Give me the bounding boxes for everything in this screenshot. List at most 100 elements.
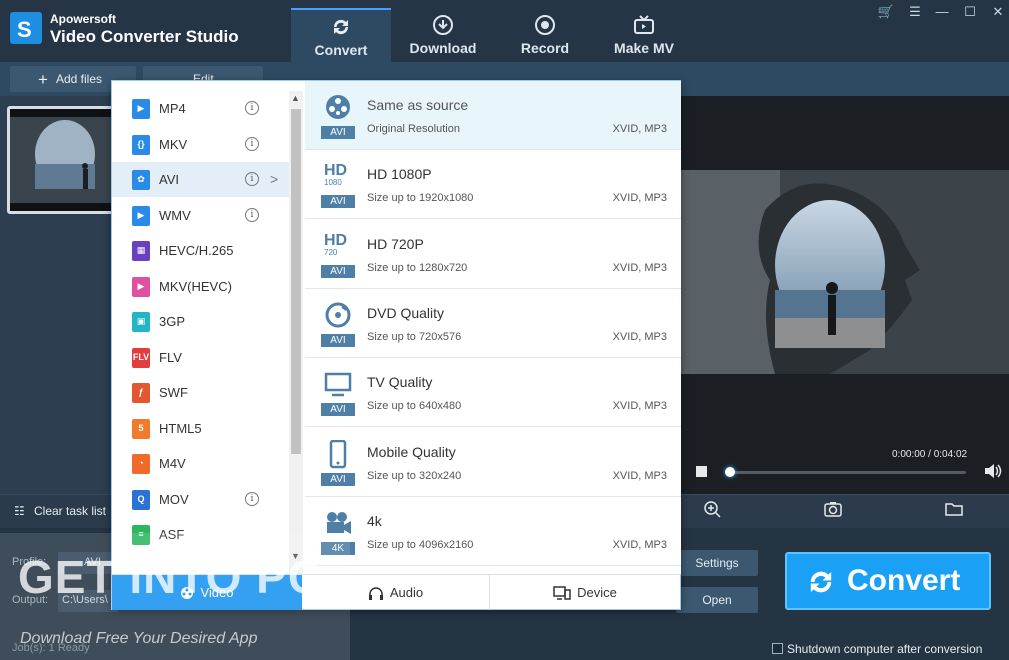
preset-tv-quality[interactable]: AVI TV Quality Size up to 640x480 XVID, MP3 [305, 358, 681, 428]
format-file-icon: ƒ [132, 383, 150, 403]
preset-mobile-quality[interactable]: AVI Mobile Quality Size up to 320x240 XVID,… [305, 428, 681, 497]
maximize-button[interactable]: ☐ [960, 4, 980, 22]
preset-icon: HD 720 AVI [321, 232, 355, 278]
tab-label: Record [520, 40, 570, 56]
preview-video-frame [680, 170, 1009, 374]
format-item-flv[interactable]: FLV FLV [112, 340, 290, 375]
preset-resolution: Size up to 1920x1080 [367, 192, 474, 205]
format-item-hevc-h-265[interactable]: ▦ HEVC/H.265 [112, 233, 290, 268]
headphones-icon [368, 587, 383, 600]
tab-label: Download [409, 40, 477, 56]
menu-icon[interactable]: ☰ [905, 4, 925, 22]
tab-make-mv[interactable]: Make MV [594, 8, 694, 62]
format-item-mp4[interactable]: ▶ MP4 i [112, 91, 290, 126]
preset-dvd-quality[interactable]: AVI DVD Quality Size up to 720x576 XVID, MP… [305, 289, 681, 358]
stop-button[interactable] [696, 466, 707, 477]
settings-button[interactable]: Settings [676, 550, 758, 576]
seek-handle[interactable] [725, 467, 735, 477]
format-file-icon: ✿ [132, 170, 150, 190]
zoom-in-icon[interactable] [703, 500, 721, 518]
open-button[interactable]: Open [676, 587, 758, 613]
preset-icon: AVI [321, 370, 355, 417]
format-item-3gp[interactable]: ▣ 3GP [112, 304, 290, 339]
seek-bar[interactable] [728, 471, 966, 474]
shutdown-checkbox[interactable] [772, 643, 783, 654]
clear-task-label: Clear task list [34, 504, 107, 518]
volume-icon[interactable] [984, 463, 1002, 479]
open-folder-icon[interactable] [945, 500, 963, 518]
preset-codec: XVID, MP3 [612, 192, 667, 205]
screenshot-camera-icon[interactable] [824, 500, 842, 518]
preset-codec: XVID, MP3 [612, 261, 667, 274]
add-files-label: Add files [56, 72, 103, 86]
clear-task-list-button[interactable]: ☷ Clear task list [14, 504, 106, 518]
device-icon [553, 586, 571, 600]
brand-name: Apowersoft [50, 12, 116, 26]
shutdown-option[interactable]: Shutdown computer after conversion [772, 642, 982, 656]
thumbnail-image [10, 109, 114, 211]
format-file-icon: ▶ [132, 99, 150, 119]
preset-4k[interactable]: 4K 4k Size up to 4096x2160 XVID, MP3 [305, 497, 681, 566]
preset-name: HD 1080P [367, 166, 432, 183]
preset-resolution: Size up to 720x576 [367, 330, 462, 343]
tv-icon [634, 15, 654, 34]
cart-icon[interactable]: 🛒 [876, 4, 896, 22]
format-name: M4V [159, 456, 186, 471]
preset-icon: HD 1080 AVI [321, 162, 355, 209]
preset-hd-1080p[interactable]: HD 1080 AVI HD 1080P Size up to 1920x1080 XVI… [305, 150, 681, 220]
preset-resolution: Size up to 320x240 [367, 469, 462, 482]
info-icon[interactable]: i [245, 491, 259, 506]
preset-codec: XVID, MP3 [612, 330, 667, 343]
format-item-mov[interactable]: Q MOV i [112, 482, 290, 517]
format-name: 3GP [159, 314, 186, 329]
video-thumbnail[interactable] [7, 106, 117, 214]
format-item-avi[interactable]: ✿ AVI i > [112, 162, 290, 197]
format-item-m4v[interactable]: ◔ M4V [112, 446, 290, 481]
clear-list-icon: ☷ [14, 504, 25, 518]
tab-device[interactable]: Device [490, 575, 680, 610]
format-item-html5[interactable]: 5 HTML5 [112, 411, 290, 446]
format-file-icon: Q [132, 489, 150, 510]
format-file-icon: ▶ [132, 205, 150, 226]
format-file-icon: FLV [132, 347, 150, 368]
tab-download[interactable]: Download [393, 8, 493, 62]
format-item-mkv[interactable]: {} MKV i [112, 127, 290, 162]
tab-convert[interactable]: Convert [291, 8, 391, 62]
app-logo-icon: S [10, 12, 42, 44]
format-file-icon: ◔ [132, 454, 150, 474]
info-icon[interactable]: i [245, 136, 259, 151]
info-icon[interactable]: i [245, 207, 259, 222]
info-icon[interactable]: i [245, 101, 259, 115]
preset-name: HD 720P [367, 235, 424, 252]
minimize-button[interactable]: — [932, 4, 952, 22]
format-name: SWF [159, 385, 188, 400]
scrollbar-thumb[interactable] [291, 109, 301, 454]
format-badge: AVI [321, 264, 355, 278]
format-file-icon: {} [132, 134, 150, 155]
preset-hd-720p[interactable]: HD 720 AVI HD 720P Size up to 1280x720 XVID, … [305, 220, 681, 289]
preset-codec: XVID, MP3 [612, 538, 667, 551]
preset-codec: XVID, MP3 [612, 123, 667, 135]
tab-record[interactable]: Record [495, 8, 595, 62]
format-item-wmv[interactable]: ▶ WMV i [112, 198, 290, 233]
preset-same-as-source[interactable]: AVI Same as source Original Resolution XVID… [305, 81, 681, 150]
convert-button[interactable]: Convert [785, 552, 991, 610]
format-badge: AVI [321, 472, 355, 486]
shutdown-label: Shutdown computer after conversion [787, 642, 983, 656]
info-icon[interactable]: i [245, 172, 259, 186]
format-item-swf[interactable]: ƒ SWF [112, 375, 290, 410]
convert-icon [810, 571, 832, 593]
preset-codec: XVID, MP3 [612, 469, 667, 482]
format-list-scrollbar[interactable]: ▲ ▼ [289, 91, 303, 574]
preset-icon: AVI [321, 93, 355, 139]
close-button[interactable]: ✕ [988, 4, 1008, 22]
preset-resolution: Original Resolution [367, 123, 460, 135]
format-name: FLV [159, 349, 182, 365]
format-file-icon: 5 [132, 418, 150, 439]
scroll-up-icon[interactable]: ▲ [291, 93, 300, 103]
preset-resolution: Size up to 1280x720 [367, 261, 468, 274]
chevron-right-icon: > [270, 171, 279, 187]
format-name: HTML5 [159, 420, 202, 436]
convert-icon [333, 19, 349, 35]
format-item-mkv-hevc-[interactable]: ▶ MKV(HEVC) [112, 269, 290, 304]
